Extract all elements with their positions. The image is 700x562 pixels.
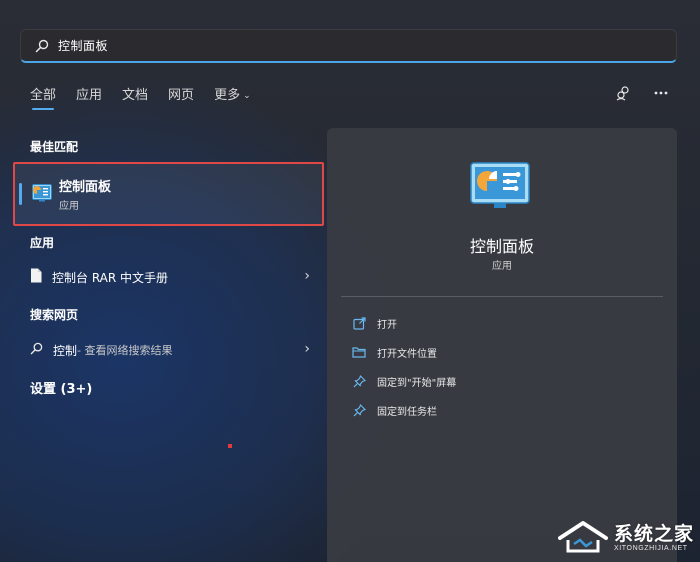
best-match-heading: 最佳匹配 xyxy=(30,140,79,154)
search-input[interactable]: 控制面板 xyxy=(20,29,677,63)
watermark: 系统之家 XITONGZHIJIA.NET xyxy=(557,520,694,554)
open-action[interactable]: 打开 xyxy=(351,313,397,333)
more-options-icon[interactable] xyxy=(652,84,670,102)
search-icon xyxy=(30,342,43,358)
tab-documents[interactable]: 文档 xyxy=(122,86,148,110)
pin-icon xyxy=(351,373,367,389)
pin-to-taskbar-label: 固定到任务栏 xyxy=(377,406,437,418)
tab-all[interactable]: 全部 xyxy=(30,86,56,110)
open-external-icon xyxy=(351,315,367,331)
search-icon xyxy=(35,39,49,52)
tab-more[interactable]: 更多 ⌄ xyxy=(214,86,251,110)
web-search-item[interactable]: 控制 - 查看网络搜索结果 › xyxy=(30,338,310,362)
pin-to-start-label: 固定到"开始"屏幕 xyxy=(377,377,457,389)
top-icon-bar xyxy=(614,84,670,102)
chevron-right-icon[interactable]: › xyxy=(304,268,310,284)
open-file-location-label: 打开文件位置 xyxy=(377,348,437,360)
web-search-query: 控制 xyxy=(53,343,78,358)
best-match-name: 控制面板 xyxy=(59,180,112,195)
open-action-label: 打开 xyxy=(377,319,397,331)
tab-web[interactable]: 网页 xyxy=(168,86,194,110)
control-panel-icon xyxy=(470,162,530,214)
tab-documents-label: 文档 xyxy=(122,88,149,103)
best-match-type: 应用 xyxy=(59,201,79,212)
app-result-label: 控制台 RAR 中文手册 xyxy=(52,270,169,285)
tab-more-label: 更多 xyxy=(214,88,241,103)
tab-apps[interactable]: 应用 xyxy=(76,86,102,110)
tab-all-label: 全部 xyxy=(30,88,57,103)
watermark-subtext: XITONGZHIJIA.NET xyxy=(613,544,688,552)
red-marker xyxy=(228,444,232,448)
detail-panel: 控制面板 应用 打开 打开文件位置 固定到"开始"屏幕 固定到任务栏 xyxy=(327,128,677,562)
web-search-suffix: - 查看网络搜索结果 xyxy=(77,344,173,357)
detail-subtitle: 应用 xyxy=(492,261,512,272)
tab-web-label: 网页 xyxy=(168,88,195,103)
search-query: 控制面板 xyxy=(58,39,109,53)
pin-to-start-action[interactable]: 固定到"开始"屏幕 xyxy=(351,371,456,391)
apps-heading: 应用 xyxy=(30,236,55,250)
watermark-text: 系统之家 xyxy=(613,522,694,545)
account-switch-icon[interactable] xyxy=(614,84,632,102)
house-logo-icon xyxy=(557,521,608,553)
filter-tabs: 全部 应用 文档 网页 更多 ⌄ xyxy=(30,86,271,110)
app-result-item[interactable]: 控制台 RAR 中文手册 › xyxy=(30,265,310,289)
detail-title: 控制面板 xyxy=(469,237,534,256)
pin-to-taskbar-action[interactable]: 固定到任务栏 xyxy=(351,400,437,420)
pin-icon xyxy=(351,402,367,418)
tab-apps-label: 应用 xyxy=(76,88,103,103)
best-match-result[interactable]: 控制面板 应用 xyxy=(13,162,324,226)
document-icon xyxy=(30,268,42,286)
web-search-heading: 搜索网页 xyxy=(30,308,79,322)
folder-icon xyxy=(351,344,367,360)
selection-indicator xyxy=(19,183,22,205)
control-panel-icon xyxy=(32,184,52,206)
divider xyxy=(341,296,663,297)
chevron-right-icon[interactable]: › xyxy=(304,341,310,357)
settings-heading[interactable]: 设置 (3+) xyxy=(30,378,92,397)
chevron-down-icon: ⌄ xyxy=(243,91,251,101)
open-file-location-action[interactable]: 打开文件位置 xyxy=(351,342,437,362)
